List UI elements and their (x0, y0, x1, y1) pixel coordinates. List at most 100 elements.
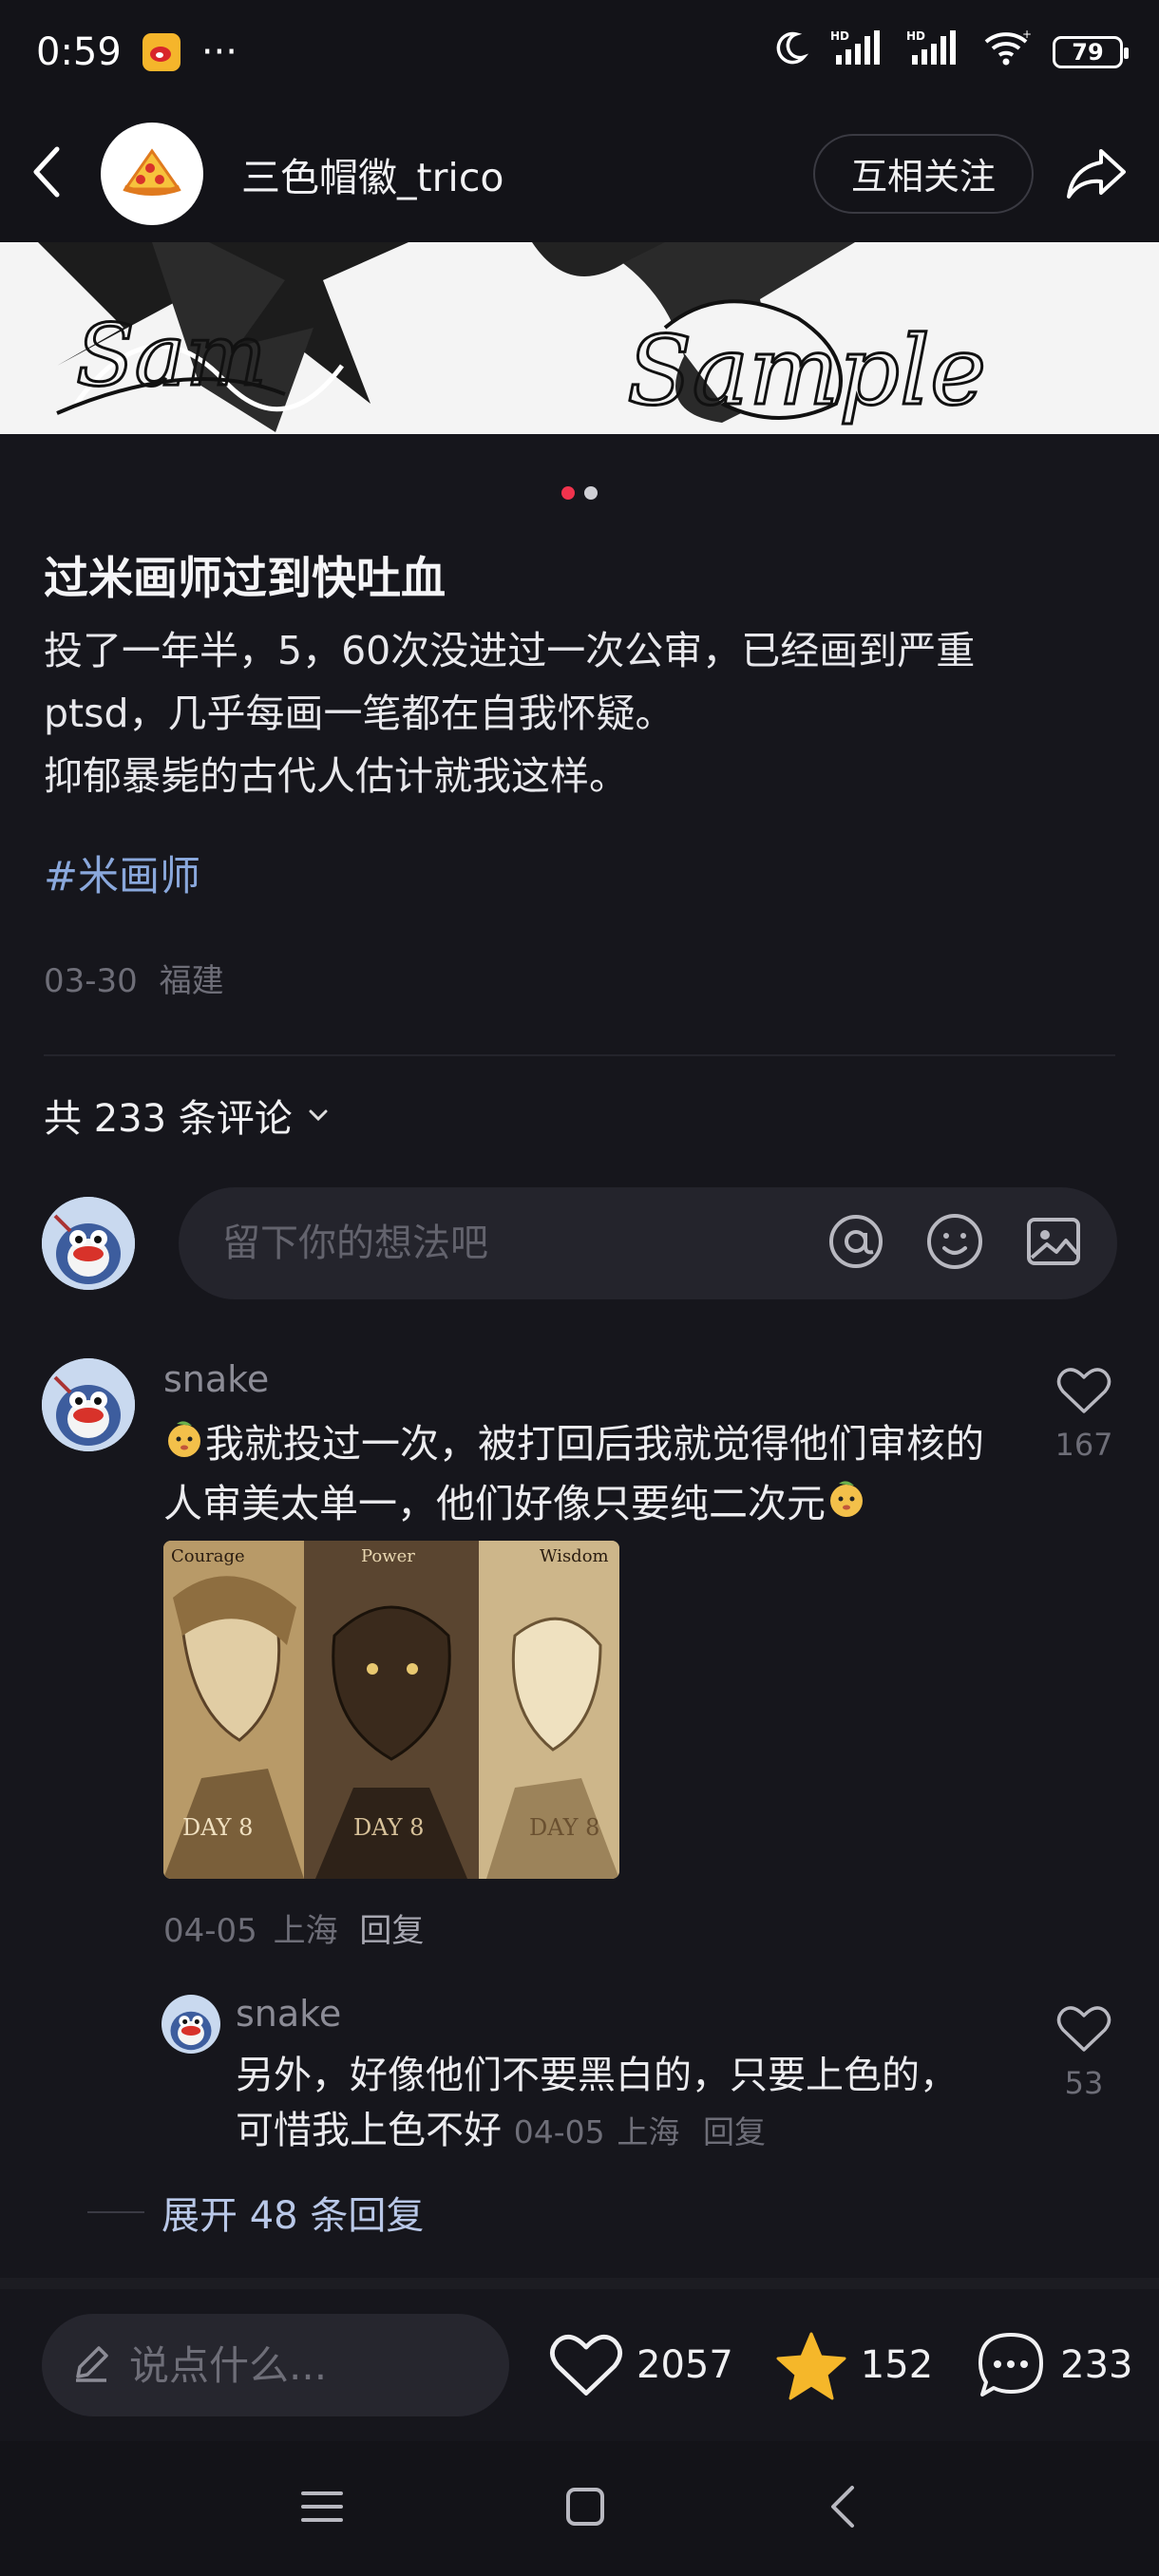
image-label-courage: Courage (171, 1546, 245, 1566)
comment-date: 04-05 (163, 1912, 257, 1950)
favorite-count: 152 (860, 2343, 934, 2387)
author-avatar[interactable] (101, 122, 203, 225)
favorite-action[interactable]: 152 (775, 2330, 933, 2400)
hd-signal-icon-2: HD (906, 28, 961, 76)
reply-username[interactable]: snake (236, 1993, 341, 2035)
comment-input-row (42, 1187, 1117, 1299)
comment-sort-toggle[interactable]: 共 233 条评论 (44, 1088, 331, 1143)
comment-like-count: 167 (1054, 1427, 1113, 1463)
reply-like-count: 53 (1064, 2065, 1104, 2101)
hd-signal-icon: HD (830, 28, 885, 76)
like-count: 2057 (636, 2343, 733, 2387)
more-status: ··· (200, 30, 238, 74)
battery-level: 79 (1072, 39, 1104, 66)
emoji-face-icon (163, 1418, 205, 1475)
back-icon[interactable] (826, 2484, 860, 2533)
share-icon[interactable] (1062, 140, 1130, 208)
image-icon[interactable] (1024, 1212, 1083, 1275)
pizza-icon (123, 147, 181, 196)
clock: 0:59 (36, 30, 122, 74)
comment-bubble-icon[interactable] (975, 2330, 1047, 2400)
post-hashtag[interactable]: #米画师 (44, 843, 200, 902)
reply-button[interactable]: 回复 (703, 2113, 766, 2150)
image-label-wisdom: Wisdom (540, 1546, 609, 1566)
reply-location: 上海 (617, 2113, 680, 2150)
status-bar: 0:59 ··· HD HD + 79 (0, 0, 1159, 104)
commenter-name[interactable]: snake (163, 1358, 269, 1400)
commenter-avatar[interactable] (42, 1358, 135, 1451)
say-something-box[interactable] (42, 2314, 509, 2416)
penguin-avatar-icon (162, 1995, 220, 2054)
reply-avatar[interactable] (162, 1995, 220, 2057)
post-location: 福建 (159, 962, 224, 1000)
penguin-avatar-icon (42, 1358, 135, 1451)
moon-icon (771, 28, 809, 76)
separator (0, 2278, 1159, 2289)
say-something-input[interactable] (129, 2341, 509, 2389)
expand-replies[interactable]: 展开 48 条回复 (162, 2185, 424, 2240)
comment-image[interactable]: Courage Power Wisdom DAY 8 DAY 8 DAY 8 (163, 1541, 619, 1879)
at-mention-icon[interactable] (826, 1212, 885, 1275)
image-caption: DAY 8 (182, 1814, 253, 1841)
penguin-avatar-icon (42, 1197, 135, 1290)
menu-icon[interactable] (299, 2488, 345, 2529)
image-label-power: Power (361, 1546, 415, 1566)
weibo-icon (142, 33, 180, 71)
carousel-indicator (0, 486, 1159, 500)
reply-text: 另外，好像他们不要黑白的，只要上色的， 可惜我上色不好 04-05 上海 回复 (236, 2048, 1024, 2160)
divider (44, 1054, 1115, 1056)
comment-count-label: 共 233 条评论 (44, 1097, 293, 1141)
svg-text:Sample: Sample (627, 315, 986, 426)
post-body-line: 投了一年半，5，60次没进过一次公审，已经画到严重 (44, 628, 976, 673)
my-avatar (42, 1197, 135, 1290)
svg-text:HD: HD (830, 29, 849, 43)
chevron-down-icon (306, 1093, 331, 1137)
post-body-line: 抑郁暴毙的古代人估计就我这样。 (44, 753, 628, 799)
pencil-icon (70, 2342, 112, 2388)
post-image[interactable]: Sam Sample (0, 242, 1159, 434)
comment-location: 上海 (273, 1912, 338, 1950)
comment-text-line: 人审美太单一，他们好像只要纯二次元 (163, 1481, 826, 1526)
home-icon[interactable] (564, 2486, 606, 2531)
post-body: 投了一年半，5，60次没进过一次公审，已经画到严重 ptsd，几乎每画一笔都在自… (44, 619, 1117, 807)
reply-text-line: 另外，好像他们不要黑白的，只要上色的， (236, 2054, 958, 2097)
post-body-line: ptsd，几乎每画一笔都在自我怀疑。 (44, 691, 674, 736)
follow-button[interactable]: 互相关注 (812, 133, 1034, 214)
reply-button[interactable]: 回复 (359, 1912, 424, 1950)
emoji-icon[interactable] (925, 1212, 984, 1275)
carousel-dot[interactable] (584, 486, 598, 500)
emoji-face-icon (826, 1478, 867, 1535)
svg-text:HD: HD (906, 29, 925, 43)
system-nav-bar (0, 2441, 1159, 2576)
bottom-action-bar: 2057 152 233 (0, 2289, 1159, 2441)
image-caption: DAY 8 (529, 1814, 599, 1841)
post-date: 03-30 (44, 962, 138, 1000)
heart-icon[interactable] (1056, 1368, 1112, 1419)
like-action[interactable]: 2057 (549, 2332, 733, 2398)
comment-text-line: 我就投过一次，被打回后我就觉得他们审核的 (205, 1421, 984, 1467)
svg-text:Sam: Sam (76, 306, 267, 406)
comment-like[interactable]: 167 (1051, 1366, 1117, 1463)
post-meta: 03-30 福建 (44, 955, 224, 1001)
comment-text: 我就投过一次，被打回后我就觉得他们审核的 人审美太单一，他们好像只要纯二次元 (163, 1415, 1056, 1535)
star-icon[interactable] (775, 2330, 847, 2400)
reply-like[interactable]: 53 (1051, 2004, 1117, 2101)
comment-action[interactable]: 233 (975, 2330, 1133, 2400)
svg-text:+: + (1022, 28, 1032, 41)
comment-meta: 04-05 上海 回复 (163, 1904, 424, 1951)
author-username[interactable]: 三色帽徽_trico (241, 145, 504, 202)
back-arrow-icon[interactable] (28, 143, 66, 204)
heart-icon[interactable] (1056, 2006, 1112, 2057)
image-caption: DAY 8 (353, 1814, 424, 1841)
reply-date: 04-05 (513, 2113, 605, 2150)
battery-icon: 79 (1053, 36, 1129, 68)
reply-text-line: 可惜我上色不好 (236, 2109, 502, 2152)
wifi-icon: + (982, 28, 1032, 76)
comment-total: 233 (1060, 2343, 1133, 2387)
post-header: 三色帽徽_trico 互相关注 (0, 104, 1159, 242)
comment-input[interactable] (222, 1222, 826, 1265)
post-title: 过米画师过到快吐血 (44, 553, 446, 605)
heart-icon[interactable] (549, 2332, 623, 2398)
comment-box[interactable] (179, 1187, 1117, 1299)
carousel-dot-active[interactable] (561, 486, 575, 500)
